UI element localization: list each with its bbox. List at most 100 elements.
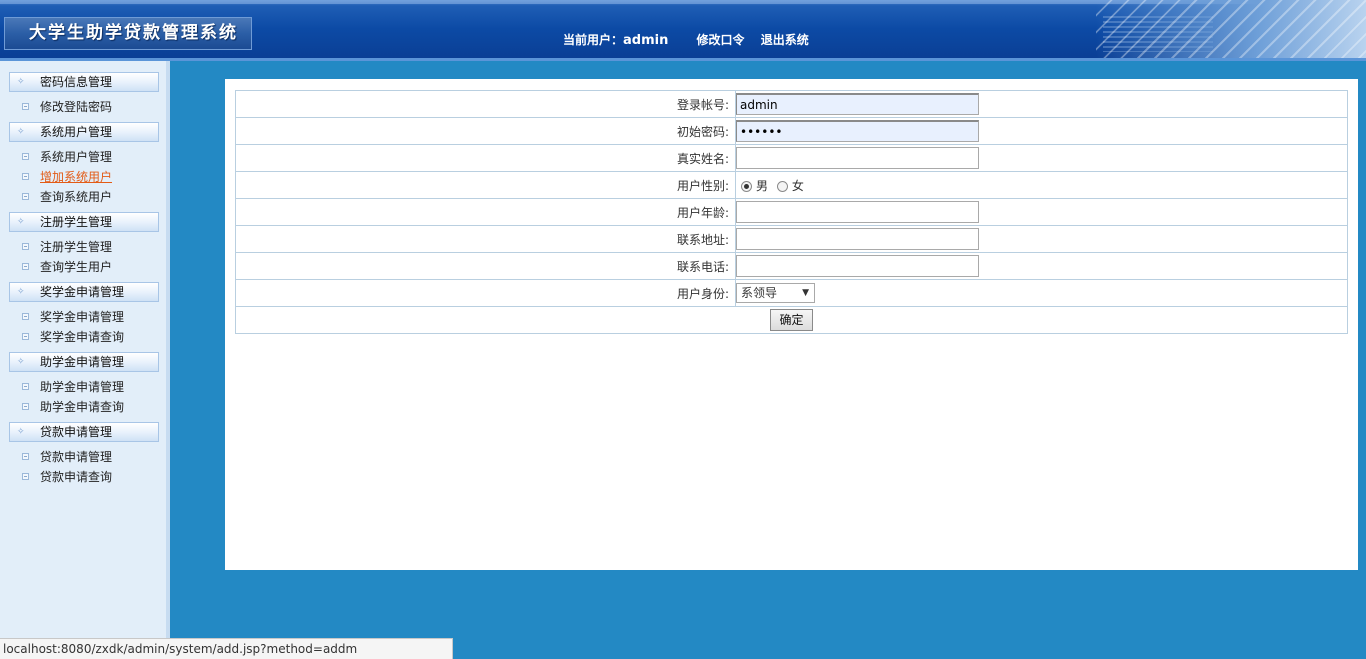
menu-item-bullet-icon xyxy=(22,263,29,270)
sidebar-group-grant[interactable]: ✧ 助学金申请管理 xyxy=(9,352,159,372)
sidebar-item-label: 修改登陆密码 xyxy=(40,100,113,114)
initial-password-input[interactable] xyxy=(736,120,979,142)
sidebar-item-query-student-user[interactable]: 查询学生用户 xyxy=(22,258,112,276)
form-row-gender: 用户性别: 男 女 xyxy=(235,171,1348,199)
menu-item-bullet-icon xyxy=(22,473,29,480)
age-input[interactable] xyxy=(736,201,979,223)
confirm-button[interactable]: 确定 xyxy=(770,309,813,331)
sidebar-menu: ✧ 密码信息管理 修改登陆密码 ✧ 系统用户管理 系统用户管理 增加系统用户 查… xyxy=(0,61,170,659)
initial-password-label: 初始密码: xyxy=(235,117,736,145)
change-password-link[interactable]: 修改口令 xyxy=(697,33,745,47)
gender-female-radio[interactable] xyxy=(776,180,788,192)
group-bullet-icon: ✧ xyxy=(17,217,25,227)
group-bullet-icon: ✧ xyxy=(17,357,25,367)
menu-item-bullet-icon xyxy=(22,173,29,180)
sidebar-item-label: 奖学金申请查询 xyxy=(40,330,125,344)
form-row-role: 用户身份: 系领导 ▼ xyxy=(235,279,1348,307)
menu-item-bullet-icon xyxy=(22,193,29,200)
role-select[interactable]: 系领导 ▼ xyxy=(736,283,815,303)
add-user-form: 登录帐号: 初始密码: 真实姓名: 用户性别: 男 女 用户年龄: xyxy=(235,90,1348,334)
form-row-address: 联系地址: xyxy=(235,225,1348,253)
system-title: 大学生助学贷款管理系统 xyxy=(4,17,252,50)
group-bullet-icon: ✧ xyxy=(17,77,25,87)
sidebar-item-registered-student-management[interactable]: 注册学生管理 xyxy=(22,238,112,256)
dropdown-arrow-icon: ▼ xyxy=(802,288,809,298)
gender-female-label: 女 xyxy=(791,178,804,193)
login-account-input[interactable] xyxy=(736,93,979,115)
sidebar-item-grant-management[interactable]: 助学金申请管理 xyxy=(22,378,124,396)
age-label: 用户年龄: xyxy=(235,198,736,226)
sidebar-group-system-users[interactable]: ✧ 系统用户管理 xyxy=(9,122,159,142)
sidebar-item-label: 查询系统用户 xyxy=(40,190,113,204)
initial-password-cell xyxy=(735,117,1348,145)
menu-item-bullet-icon xyxy=(22,313,29,320)
form-row-initial-password: 初始密码: xyxy=(235,117,1348,145)
sidebar-item-label: 增加系统用户 xyxy=(40,170,113,184)
sidebar-item-loan-query[interactable]: 贷款申请查询 xyxy=(22,468,112,486)
current-user-name: admin xyxy=(623,33,669,48)
form-row-submit: 确定 xyxy=(235,306,1348,334)
browser-status-bar: localhost:8080/zxdk/admin/system/add.jsp… xyxy=(0,638,453,659)
menu-item-bullet-icon xyxy=(22,243,29,250)
sidebar-item-label: 贷款申请管理 xyxy=(40,450,113,464)
gender-male-label: 男 xyxy=(756,178,769,193)
current-user-label: 当前用户： xyxy=(563,33,624,47)
form-row-login-account: 登录帐号: xyxy=(235,90,1348,118)
sidebar-group-label: 助学金申请管理 xyxy=(40,355,125,369)
gender-male-radio[interactable] xyxy=(741,180,752,192)
menu-item-bullet-icon xyxy=(22,103,29,110)
sidebar-group-password[interactable]: ✧ 密码信息管理 xyxy=(9,72,159,92)
form-row-real-name: 真实姓名: xyxy=(235,144,1348,172)
sidebar-item-label: 助学金申请查询 xyxy=(40,400,125,414)
address-cell xyxy=(735,225,1348,253)
sidebar-item-scholarship-query[interactable]: 奖学金申请查询 xyxy=(22,328,124,346)
phone-label: 联系电话: xyxy=(235,252,736,280)
address-input[interactable] xyxy=(736,228,979,250)
sidebar-item-label: 系统用户管理 xyxy=(40,150,113,164)
sidebar-item-add-system-user[interactable]: 增加系统用户 xyxy=(22,168,112,186)
sidebar-group-loan[interactable]: ✧ 贷款申请管理 xyxy=(9,422,159,442)
real-name-input[interactable] xyxy=(736,147,979,169)
sidebar-group-scholarship[interactable]: ✧ 奖学金申请管理 xyxy=(9,282,159,302)
menu-item-bullet-icon xyxy=(22,403,29,410)
sidebar-item-scholarship-management[interactable]: 奖学金申请管理 xyxy=(22,308,124,326)
form-row-age: 用户年龄: xyxy=(235,198,1348,226)
real-name-label: 真实姓名: xyxy=(235,144,736,172)
login-account-cell xyxy=(735,90,1348,118)
phone-input[interactable] xyxy=(736,255,979,277)
sidebar-group-label: 奖学金申请管理 xyxy=(40,285,125,299)
address-label: 联系地址: xyxy=(235,225,736,253)
sidebar-group-label: 密码信息管理 xyxy=(40,75,113,89)
gender-cell: 男 女 xyxy=(735,171,1348,199)
group-bullet-icon: ✧ xyxy=(17,427,25,437)
group-bullet-icon: ✧ xyxy=(17,127,25,137)
age-cell xyxy=(735,198,1348,226)
header-decoration-image xyxy=(1096,0,1366,58)
sidebar-item-label: 注册学生管理 xyxy=(40,240,113,254)
menu-item-bullet-icon xyxy=(22,153,29,160)
sidebar-item-system-user-management[interactable]: 系统用户管理 xyxy=(22,148,112,166)
sidebar-item-label: 查询学生用户 xyxy=(40,260,113,274)
real-name-cell xyxy=(735,144,1348,172)
sidebar-item-loan-management[interactable]: 贷款申请管理 xyxy=(22,448,112,466)
sidebar-item-label: 助学金申请管理 xyxy=(40,380,125,394)
gender-label: 用户性别: xyxy=(235,171,736,199)
sidebar-item-label: 贷款申请查询 xyxy=(40,470,113,484)
group-bullet-icon: ✧ xyxy=(17,287,25,297)
logout-link[interactable]: 退出系统 xyxy=(761,33,809,47)
sidebar-item-change-login-password[interactable]: 修改登陆密码 xyxy=(22,98,112,116)
top-navigation: 当前用户：admin 修改口令 退出系统 xyxy=(563,31,821,48)
sidebar-item-label: 奖学金申请管理 xyxy=(40,310,125,324)
form-row-phone: 联系电话: xyxy=(235,252,1348,280)
sidebar-group-label: 贷款申请管理 xyxy=(40,425,113,439)
role-label: 用户身份: xyxy=(235,279,736,307)
sidebar-item-grant-query[interactable]: 助学金申请查询 xyxy=(22,398,124,416)
phone-cell xyxy=(735,252,1348,280)
sidebar-group-registered-students[interactable]: ✧ 注册学生管理 xyxy=(9,212,159,232)
login-account-label: 登录帐号: xyxy=(235,90,736,118)
sidebar-item-query-system-user[interactable]: 查询系统用户 xyxy=(22,188,112,206)
menu-item-bullet-icon xyxy=(22,333,29,340)
main-content-panel: 登录帐号: 初始密码: 真实姓名: 用户性别: 男 女 用户年龄: xyxy=(225,79,1358,570)
sidebar-group-label: 注册学生管理 xyxy=(40,215,113,229)
sidebar-group-label: 系统用户管理 xyxy=(40,125,113,139)
